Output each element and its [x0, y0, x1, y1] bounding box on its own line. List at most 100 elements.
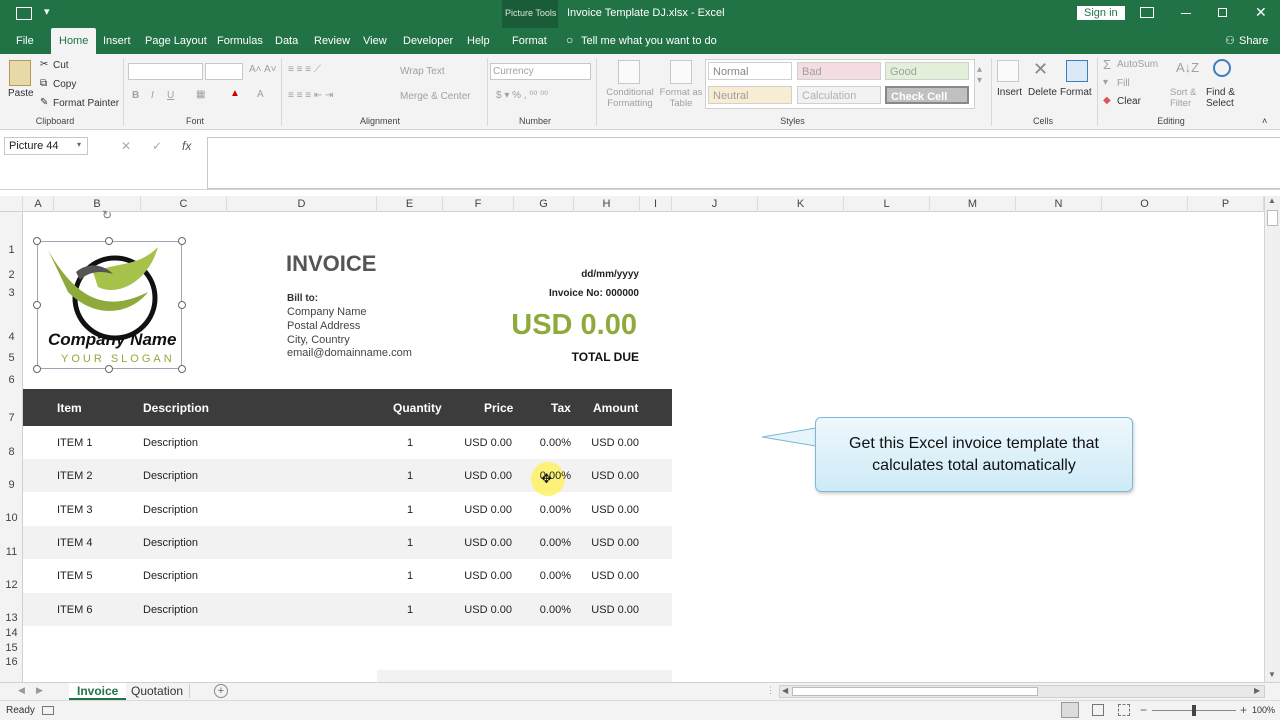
insert-cells-button[interactable]: Insert	[997, 87, 1022, 98]
cell-item[interactable]: ITEM 6	[57, 604, 92, 616]
cell-quantity[interactable]: 1	[407, 570, 413, 582]
style-normal[interactable]: Normal	[708, 62, 792, 80]
column-header[interactable]: I	[640, 196, 672, 212]
conditional-formatting-button[interactable]: Conditional Formatting	[600, 87, 660, 109]
collapse-ribbon-icon[interactable]: ˄	[1262, 116, 1267, 126]
row-header[interactable]: 5	[0, 352, 23, 364]
row-header[interactable]: 14	[0, 627, 23, 639]
style-calculation[interactable]: Calculation	[797, 86, 881, 104]
cell-amount[interactable]: USD 0.00	[591, 604, 639, 616]
row-header[interactable]: 2	[0, 269, 23, 281]
cell-quantity[interactable]: 1	[407, 604, 413, 616]
horizontal-scrollbar[interactable]: ◀ ▶	[779, 685, 1265, 698]
next-sheet-icon[interactable]: ▶	[36, 685, 43, 696]
row-header[interactable]: 16	[0, 656, 23, 668]
style-check-cell[interactable]: Check Cell	[885, 86, 969, 104]
row-header[interactable]: 9	[0, 479, 23, 491]
column-header[interactable]: C	[141, 196, 227, 212]
cell-tax[interactable]: 0.00%	[540, 570, 571, 582]
sheet-tab-invoice[interactable]: Invoice	[69, 683, 127, 700]
hscroll-left-icon[interactable]: ◀	[782, 686, 788, 695]
company-logo[interactable]: Company Name YOUR SLOGAN	[37, 241, 182, 369]
fill-color-icon[interactable]: ▲	[230, 88, 240, 99]
cell-item[interactable]: ITEM 2	[57, 470, 92, 482]
sheet-tab-quotation[interactable]: Quotation	[125, 684, 191, 698]
name-box-dropdown-icon[interactable]: ▾	[77, 140, 81, 149]
cell-tax[interactable]: 0.00%	[540, 504, 571, 516]
cell-description[interactable]: Description	[143, 570, 198, 582]
paste-icon[interactable]	[9, 60, 31, 86]
cell-description[interactable]: Description	[143, 537, 198, 549]
resize-handle[interactable]	[178, 301, 186, 309]
share-button[interactable]: Share	[1239, 35, 1268, 47]
sort-filter-button[interactable]: Sort & Filter	[1170, 87, 1204, 109]
resize-handle[interactable]	[33, 301, 41, 309]
zoom-out-icon[interactable]: −	[1140, 703, 1147, 717]
column-header[interactable]: M	[930, 196, 1016, 212]
cell-tax[interactable]: 0.00%	[540, 437, 571, 449]
cell-amount[interactable]: USD 0.00	[591, 470, 639, 482]
styles-scroll-icon[interactable]: ▴ ▾	[977, 64, 982, 86]
resize-handle[interactable]	[105, 365, 113, 373]
tab-home[interactable]: Home	[51, 28, 97, 54]
top-align-icon[interactable]: ≡ ≡ ≡ ⟋	[288, 64, 321, 75]
row-header[interactable]: 11	[0, 546, 23, 558]
cell-price[interactable]: USD 0.00	[464, 437, 512, 449]
vertical-scrollbar[interactable]: ▲ ▼	[1264, 196, 1280, 682]
column-header[interactable]: H	[574, 196, 640, 212]
tab-file[interactable]: File	[12, 28, 38, 54]
cell-price[interactable]: USD 0.00	[464, 470, 512, 482]
paste-button[interactable]: Paste	[8, 88, 34, 99]
resize-handle[interactable]	[105, 237, 113, 245]
column-header[interactable]: K	[758, 196, 844, 212]
ribbon-display-icon[interactable]	[1140, 7, 1154, 18]
cell-amount[interactable]: USD 0.00	[591, 570, 639, 582]
cell-quantity[interactable]: 1	[407, 437, 413, 449]
insert-cells-icon[interactable]	[997, 60, 1019, 82]
find-select-button[interactable]: Find & Select	[1206, 87, 1244, 109]
column-header[interactable]: D	[227, 196, 377, 212]
row-header[interactable]: 8	[0, 446, 23, 458]
cell-amount[interactable]: USD 0.00	[591, 504, 639, 516]
column-header[interactable]: J	[672, 196, 758, 212]
clear-button[interactable]: Clear	[1117, 96, 1141, 107]
enter-icon[interactable]: ✓	[152, 139, 162, 153]
zoom-in-icon[interactable]: +	[1240, 703, 1247, 717]
tell-me-input[interactable]: Tell me what you want to do	[581, 35, 717, 47]
tab-review[interactable]: Review	[310, 28, 354, 54]
font-name-box[interactable]	[128, 63, 203, 80]
prev-sheet-icon[interactable]: ◀	[18, 685, 25, 696]
formula-input[interactable]	[207, 137, 1280, 189]
cell-item[interactable]: ITEM 5	[57, 570, 92, 582]
cell-item[interactable]: ITEM 3	[57, 504, 92, 516]
row-header[interactable]: 3	[0, 287, 23, 299]
format-table-icon[interactable]	[670, 60, 692, 84]
cell-description[interactable]: Description	[143, 470, 198, 482]
cell-tax[interactable]: 0.00%	[540, 604, 571, 616]
select-all-corner[interactable]	[0, 196, 23, 212]
format-cells-icon[interactable]	[1066, 60, 1088, 82]
cell-description[interactable]: Description	[143, 604, 198, 616]
excel-menu-icon[interactable]	[16, 7, 32, 20]
style-bad[interactable]: Bad	[797, 62, 881, 80]
zoom-slider-thumb[interactable]	[1192, 705, 1196, 716]
shrink-font-icon[interactable]: A˅	[264, 64, 277, 75]
cell-quantity[interactable]: 1	[407, 537, 413, 549]
cell-description[interactable]: Description	[143, 437, 198, 449]
merge-center-button[interactable]: Merge & Center	[400, 91, 471, 102]
format-painter-button[interactable]: Format Painter	[53, 98, 119, 109]
tab-view[interactable]: View	[359, 28, 391, 54]
hscroll-right-icon[interactable]: ▶	[1254, 686, 1260, 695]
style-neutral[interactable]: Neutral	[708, 86, 792, 104]
page-break-view-icon[interactable]	[1118, 704, 1130, 716]
row-header[interactable]: 7	[0, 412, 23, 424]
rotate-handle-icon[interactable]: ↻	[102, 208, 112, 222]
format-as-table-button[interactable]: Format as Table	[656, 87, 706, 109]
column-header[interactable]: N	[1016, 196, 1102, 212]
hscroll-thumb[interactable]	[792, 687, 1038, 696]
tab-page-layout[interactable]: Page Layout	[141, 28, 211, 54]
page-layout-view-icon[interactable]	[1092, 704, 1104, 716]
cell-amount[interactable]: USD 0.00	[591, 437, 639, 449]
cell-price[interactable]: USD 0.00	[464, 504, 512, 516]
cell-description[interactable]: Description	[143, 504, 198, 516]
